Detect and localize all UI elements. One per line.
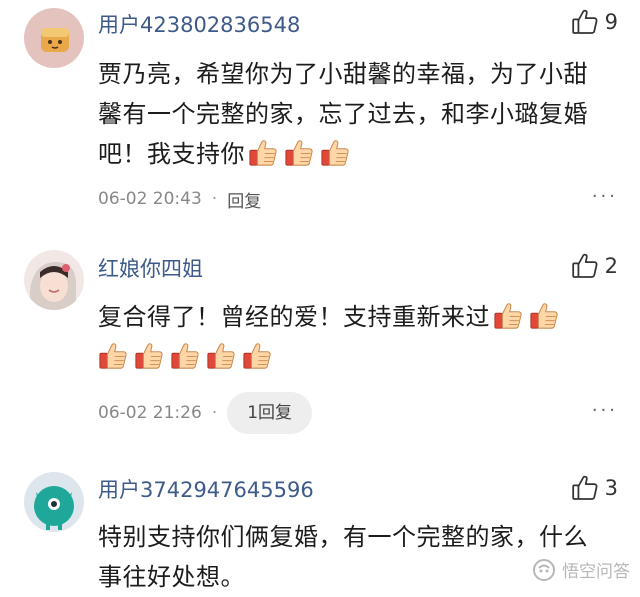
comment-item: 用户3742947645596 3 特别支持你们俩复婚，有一个完整的家，什么 事… bbox=[0, 0, 640, 592]
username[interactable]: 用户3742947645596 bbox=[98, 476, 314, 504]
wukong-logo-icon bbox=[533, 558, 555, 581]
comment-text-line: 特别支持你们俩复婚，有一个完整的家，什么 bbox=[98, 523, 588, 551]
thumbs-up-outline-icon bbox=[571, 474, 599, 502]
watermark-text: 悟空问答 bbox=[562, 562, 630, 582]
like-count: 3 bbox=[604, 476, 618, 500]
watermark: 悟空问答 bbox=[532, 557, 630, 582]
like-button[interactable]: 3 bbox=[571, 474, 618, 502]
avatar[interactable] bbox=[24, 472, 84, 532]
